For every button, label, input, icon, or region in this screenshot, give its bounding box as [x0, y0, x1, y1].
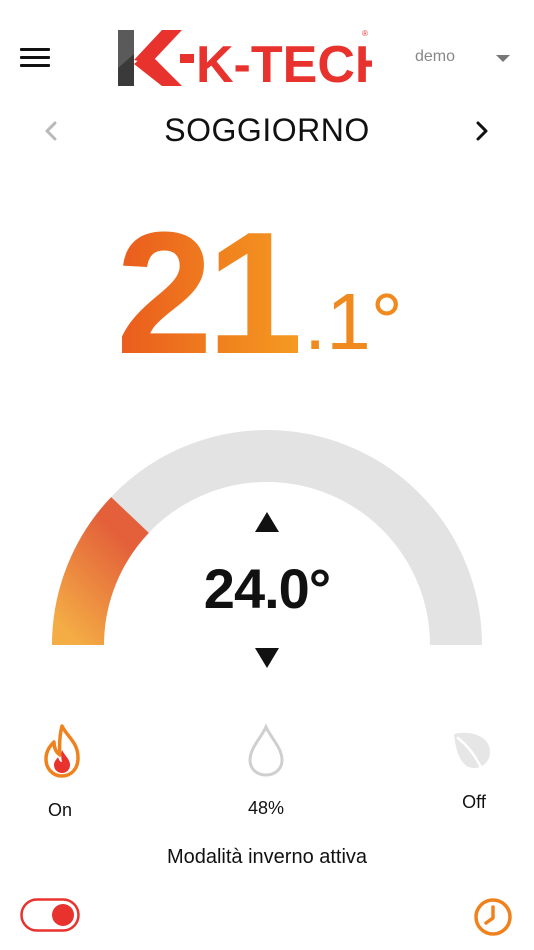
setpoint-decrease-button[interactable]: [254, 646, 280, 670]
mode-status-text: Modalità inverno attiva: [166, 846, 368, 868]
leaf-icon[interactable]: [448, 726, 496, 774]
humidity-value: 48%: [247, 798, 285, 818]
chevron-right-icon: [476, 121, 488, 141]
power-toggle[interactable]: [20, 898, 80, 932]
heating-status: On: [47, 800, 72, 820]
svg-text:®: ®: [362, 29, 368, 38]
user-dropdown[interactable]: demo: [408, 44, 520, 72]
schedule-button[interactable]: [472, 896, 514, 938]
drop-icon: [244, 722, 288, 780]
next-room-button[interactable]: [468, 116, 496, 146]
menu-button[interactable]: [20, 44, 52, 72]
triangle-down-icon: [255, 648, 279, 668]
triangle-up-icon: [255, 512, 279, 532]
brand-logo: K-TECH ®: [112, 24, 392, 94]
hamburger-icon: [20, 48, 50, 51]
chevron-down-icon: [496, 55, 510, 62]
setpoint-increase-button[interactable]: [254, 510, 280, 534]
user-name: demo: [415, 48, 456, 65]
prev-room-button[interactable]: [38, 116, 66, 146]
clock-icon: [474, 898, 512, 936]
gauge-active-arc: [52, 497, 150, 646]
flame-icon[interactable]: [38, 722, 86, 780]
current-temperature-decimal: .1°: [304, 277, 403, 366]
eco-status: Off: [462, 792, 486, 812]
setpoint-gauge[interactable]: [40, 418, 494, 658]
room-title: SOGGIORNO: [164, 112, 370, 148]
current-temperature-integer: 21: [116, 195, 304, 390]
setpoint-value: 24.0°: [203, 557, 331, 620]
chevron-left-icon: [45, 121, 57, 141]
brand-name: K-TECH: [196, 36, 372, 94]
